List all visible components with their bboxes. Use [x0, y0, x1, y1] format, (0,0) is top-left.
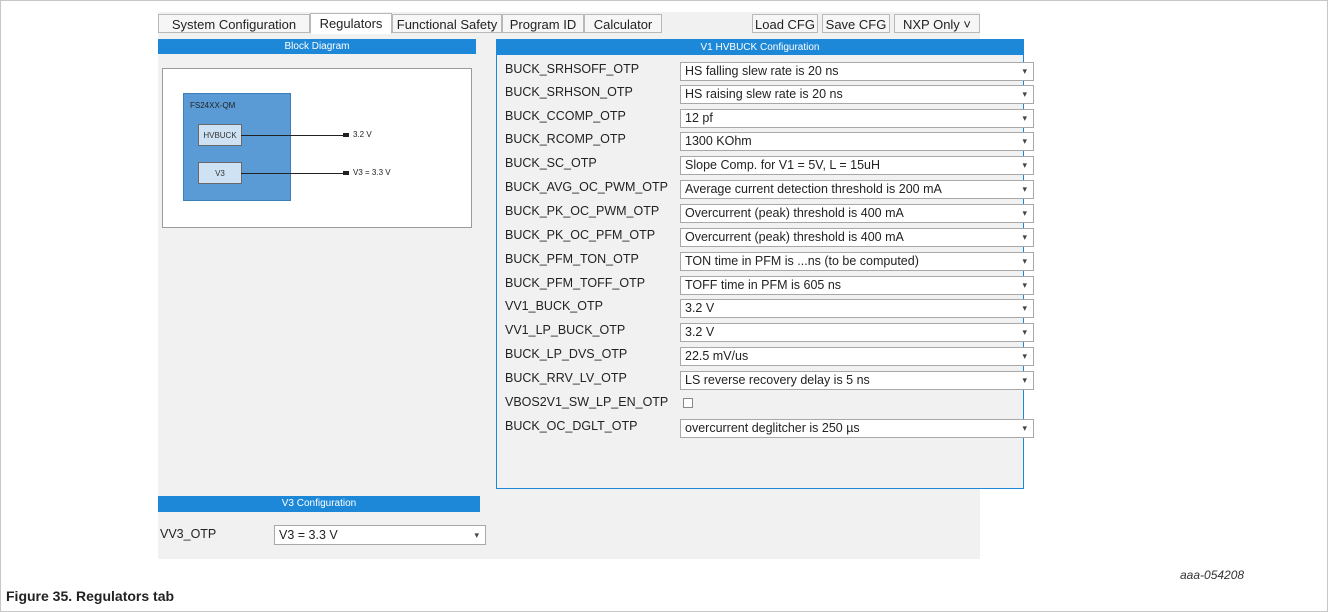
tab-system-configuration[interactable]: System Configuration: [158, 14, 310, 33]
block-diagram: FS24XX-QM HVBUCK V3 3.2 V V3 = 3.3 V: [162, 68, 472, 228]
select-vv1-buck[interactable]: 3.2 V ▾: [680, 299, 1034, 318]
chevron-down-icon: ▾: [1022, 208, 1027, 218]
row-label-vbos2v1-sw-lp-en: VBOS2V1_SW_LP_EN_OTP: [505, 395, 669, 409]
checkbox-vbos2v1-sw-lp-en[interactable]: [683, 398, 693, 408]
select-buck-rcomp[interactable]: 1300 KOhm ▾: [680, 132, 1034, 151]
select-buck-pfm-toff[interactable]: TOFF time in PFM is 605 ns ▾: [680, 276, 1034, 295]
chevron-down-icon: ▾: [1022, 184, 1027, 194]
v3-block: V3: [198, 162, 242, 184]
select-buck-ccomp[interactable]: 12 pf ▾: [680, 109, 1034, 128]
row-label-buck-oc-dglt: BUCK_OC_DGLT_OTP: [505, 419, 638, 433]
hvbuck-block: HVBUCK: [198, 124, 242, 146]
select-buck-sc[interactable]: Slope Comp. for V1 = 5V, L = 15uH ▾: [680, 156, 1034, 175]
chevron-down-icon: ▾: [1022, 280, 1027, 290]
select-buck-lp-dvs[interactable]: 22.5 mV/us ▾: [680, 347, 1034, 366]
hvbuck-output-label: 3.2 V: [353, 130, 372, 139]
tab-functional-safety[interactable]: Functional Safety: [392, 14, 502, 33]
chip-label: FS24XX-QM: [190, 101, 236, 110]
row-label-buck-ccomp: BUCK_CCOMP_OTP: [505, 109, 626, 123]
chevron-down-icon: ▾: [1022, 89, 1027, 99]
v3-panel-title: V3 Configuration: [158, 496, 480, 512]
row-label-buck-pfm-ton: BUCK_PFM_TON_OTP: [505, 252, 639, 266]
hvbuck-wire: [241, 135, 343, 136]
tab-bar: System Configuration Regulators Function…: [158, 12, 980, 34]
chevron-down-icon: ▾: [1022, 423, 1027, 433]
chevron-down-icon: ▾: [1022, 66, 1027, 76]
v1-panel-title: V1 HVBUCK Configuration: [497, 40, 1023, 55]
figure-caption: Figure 35. Regulators tab: [6, 588, 175, 604]
row-label-buck-srhson: BUCK_SRHSON_OTP: [505, 85, 633, 99]
v3-output-label: V3 = 3.3 V: [353, 168, 391, 177]
row-label-buck-pk-oc-pfm: BUCK_PK_OC_PFM_OTP: [505, 228, 656, 242]
row-label-vv1-buck: VV1_BUCK_OTP: [505, 299, 603, 313]
block-diagram-title: Block Diagram: [158, 39, 476, 54]
row-label-buck-rrv-lv: BUCK_RRV_LV_OTP: [505, 371, 627, 385]
row-label-buck-pk-oc-pwm: BUCK_PK_OC_PWM_OTP: [505, 204, 660, 218]
chevron-down-icon: ▾: [1022, 113, 1027, 123]
figure-reference: aaa-054208: [1180, 568, 1245, 582]
nxp-only-dropdown[interactable]: NXP Only ˅: [894, 14, 980, 33]
v1-hvbuck-panel: V1 HVBUCK Configuration BUCK_SRHSOFF_OTP…: [496, 39, 1034, 489]
chevron-down-icon: ▾: [1022, 232, 1027, 242]
hvbuck-terminal: [343, 133, 349, 137]
select-buck-pk-oc-pfm[interactable]: Overcurrent (peak) threshold is 400 mA ▾: [680, 228, 1034, 247]
row-label-buck-rcomp: BUCK_RCOMP_OTP: [505, 132, 626, 146]
select-vv3[interactable]: V3 = 3.3 V ▾: [274, 525, 486, 545]
chevron-down-icon: ▾: [1022, 327, 1027, 337]
tab-regulators[interactable]: Regulators: [310, 13, 392, 34]
chevron-down-icon: ▾: [1022, 136, 1027, 146]
save-cfg-button[interactable]: Save CFG: [822, 14, 890, 33]
row-label-buck-pfm-toff: BUCK_PFM_TOFF_OTP: [505, 276, 646, 290]
select-vv1-lp-buck[interactable]: 3.2 V ▾: [680, 323, 1034, 342]
chevron-down-icon: ▾: [1022, 303, 1027, 313]
select-buck-srhsoff[interactable]: HS falling slew rate is 20 ns ▾: [680, 62, 1034, 81]
row-label-vv1-lp-buck: VV1_LP_BUCK_OTP: [505, 323, 626, 337]
v3-row-label: VV3_OTP: [160, 527, 217, 541]
select-buck-pk-oc-pwm[interactable]: Overcurrent (peak) threshold is 400 mA ▾: [680, 204, 1034, 223]
chevron-down-icon: ▾: [1022, 351, 1027, 361]
load-cfg-button[interactable]: Load CFG: [752, 14, 818, 33]
select-buck-srhson[interactable]: HS raising slew rate is 20 ns ▾: [680, 85, 1034, 104]
app-window: System Configuration Regulators Function…: [158, 12, 1034, 559]
chip-box: FS24XX-QM HVBUCK V3: [183, 93, 291, 201]
chevron-down-icon: ▾: [1022, 256, 1027, 266]
chevron-down-icon: ▾: [1022, 375, 1027, 385]
row-label-buck-avg-oc-pwm: BUCK_AVG_OC_PWM_OTP: [505, 180, 669, 194]
tab-program-id[interactable]: Program ID: [502, 14, 584, 33]
row-label-buck-srhsoff: BUCK_SRHSOFF_OTP: [505, 62, 640, 76]
select-buck-pfm-ton[interactable]: TON time in PFM is ...ns (to be computed…: [680, 252, 1034, 271]
v3-wire: [241, 173, 343, 174]
select-buck-rrv-lv[interactable]: LS reverse recovery delay is 5 ns ▾: [680, 371, 1034, 390]
select-buck-oc-dglt[interactable]: overcurrent deglitcher is 250 µs ▾: [680, 419, 1034, 438]
row-label-buck-sc: BUCK_SC_OTP: [505, 156, 597, 170]
select-buck-avg-oc-pwm[interactable]: Average current detection threshold is 2…: [680, 180, 1034, 199]
row-label-buck-lp-dvs: BUCK_LP_DVS_OTP: [505, 347, 628, 361]
chevron-down-icon: ▾: [1022, 160, 1027, 170]
tab-calculator[interactable]: Calculator: [584, 14, 662, 33]
v3-terminal: [343, 171, 349, 175]
chevron-down-icon: ▾: [474, 530, 479, 540]
